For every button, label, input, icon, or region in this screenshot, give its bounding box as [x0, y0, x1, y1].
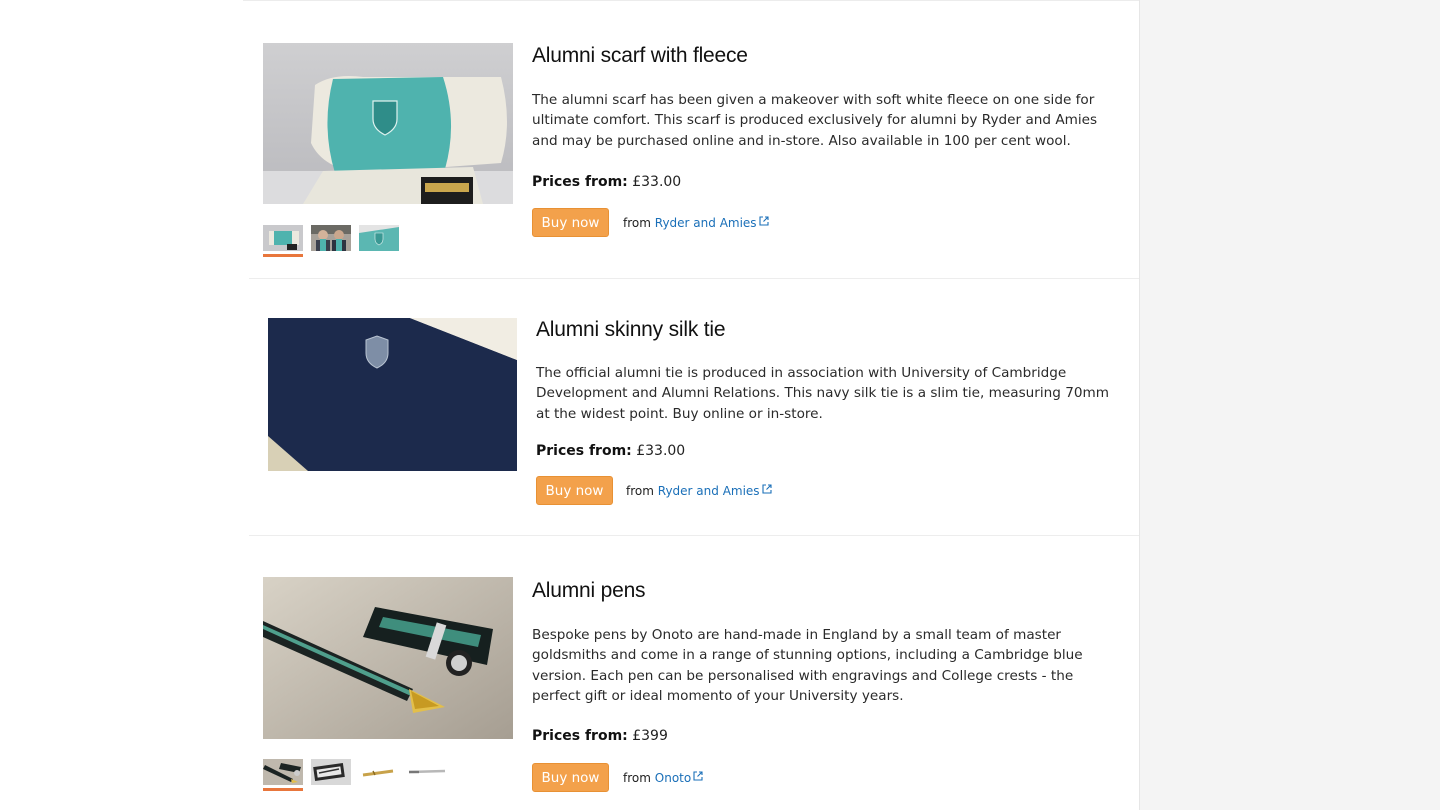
vendor-from-text: from [626, 484, 654, 498]
vendor-link[interactable]: Ryder and Amies [655, 216, 769, 230]
product-description: Bespoke pens by Onoto are hand-made in E… [532, 627, 1083, 704]
thumbnail-scarf-2[interactable] [311, 225, 351, 251]
product-list: Alumni scarf with fleece The alumni scar… [243, 0, 1139, 810]
vendor-link[interactable]: Onoto [655, 771, 703, 785]
thumbnail-pens-4[interactable] [407, 759, 447, 785]
price-value: £33.00 [636, 443, 686, 459]
product-title: Alumni pens [532, 579, 646, 602]
thumbnail-pens-3[interactable] [359, 759, 399, 785]
product-image-tie[interactable] [268, 318, 517, 471]
buy-now-button[interactable]: Buy now [532, 763, 609, 792]
vendor-from-text: from [623, 216, 651, 230]
external-link-icon [693, 770, 703, 784]
price-label: Prices from: [532, 174, 628, 190]
vendor-info: from Onoto [623, 771, 703, 785]
vendor-from-text: from [623, 771, 651, 785]
product-title: Alumni scarf with fleece [532, 44, 748, 67]
vendor-link[interactable]: Ryder and Amies [658, 484, 772, 498]
product-image-pens[interactable] [263, 577, 513, 739]
product-title: Alumni skinny silk tie [536, 318, 726, 341]
price-label: Prices from: [532, 728, 628, 744]
thumbnail-pens-2[interactable] [311, 759, 351, 785]
price-value: £399 [632, 728, 668, 744]
product-description: The alumni scarf has been given a makeov… [532, 92, 1098, 149]
external-link-icon [762, 483, 772, 497]
product-card-scarf: Alumni scarf with fleece The alumni scar… [243, 0, 1123, 278]
product-price: Prices from: £33.00 [532, 174, 681, 190]
vendor-info: from Ryder and Amies [626, 484, 772, 498]
product-price: Prices from: £33.00 [536, 443, 685, 459]
right-side-panel [1139, 0, 1440, 810]
thumbnail-pens-1[interactable] [263, 759, 303, 791]
vendor-info: from Ryder and Amies [623, 216, 769, 230]
external-link-icon [759, 215, 769, 229]
product-image-scarf[interactable] [263, 43, 513, 204]
vendor-link-label: Ryder and Amies [654, 216, 757, 230]
vendor-link-label: Onoto [654, 771, 692, 785]
price-value: £33.00 [632, 174, 682, 190]
buy-now-button[interactable]: Buy now [536, 476, 613, 505]
thumbnail-scarf-1[interactable] [263, 225, 303, 257]
buy-now-button[interactable]: Buy now [532, 208, 609, 237]
product-price: Prices from: £399 [532, 728, 668, 744]
product-card-tie: Alumni skinny silk tie The official alum… [243, 279, 1123, 535]
thumbnail-scarf-3[interactable] [359, 225, 399, 251]
product-card-pens: Alumni pens Bespoke pens by Onoto are ha… [243, 536, 1123, 810]
price-label: Prices from: [536, 443, 632, 459]
vendor-link-label: Ryder and Amies [657, 484, 760, 498]
product-description: The official alumni tie is produced in a… [536, 365, 1110, 422]
